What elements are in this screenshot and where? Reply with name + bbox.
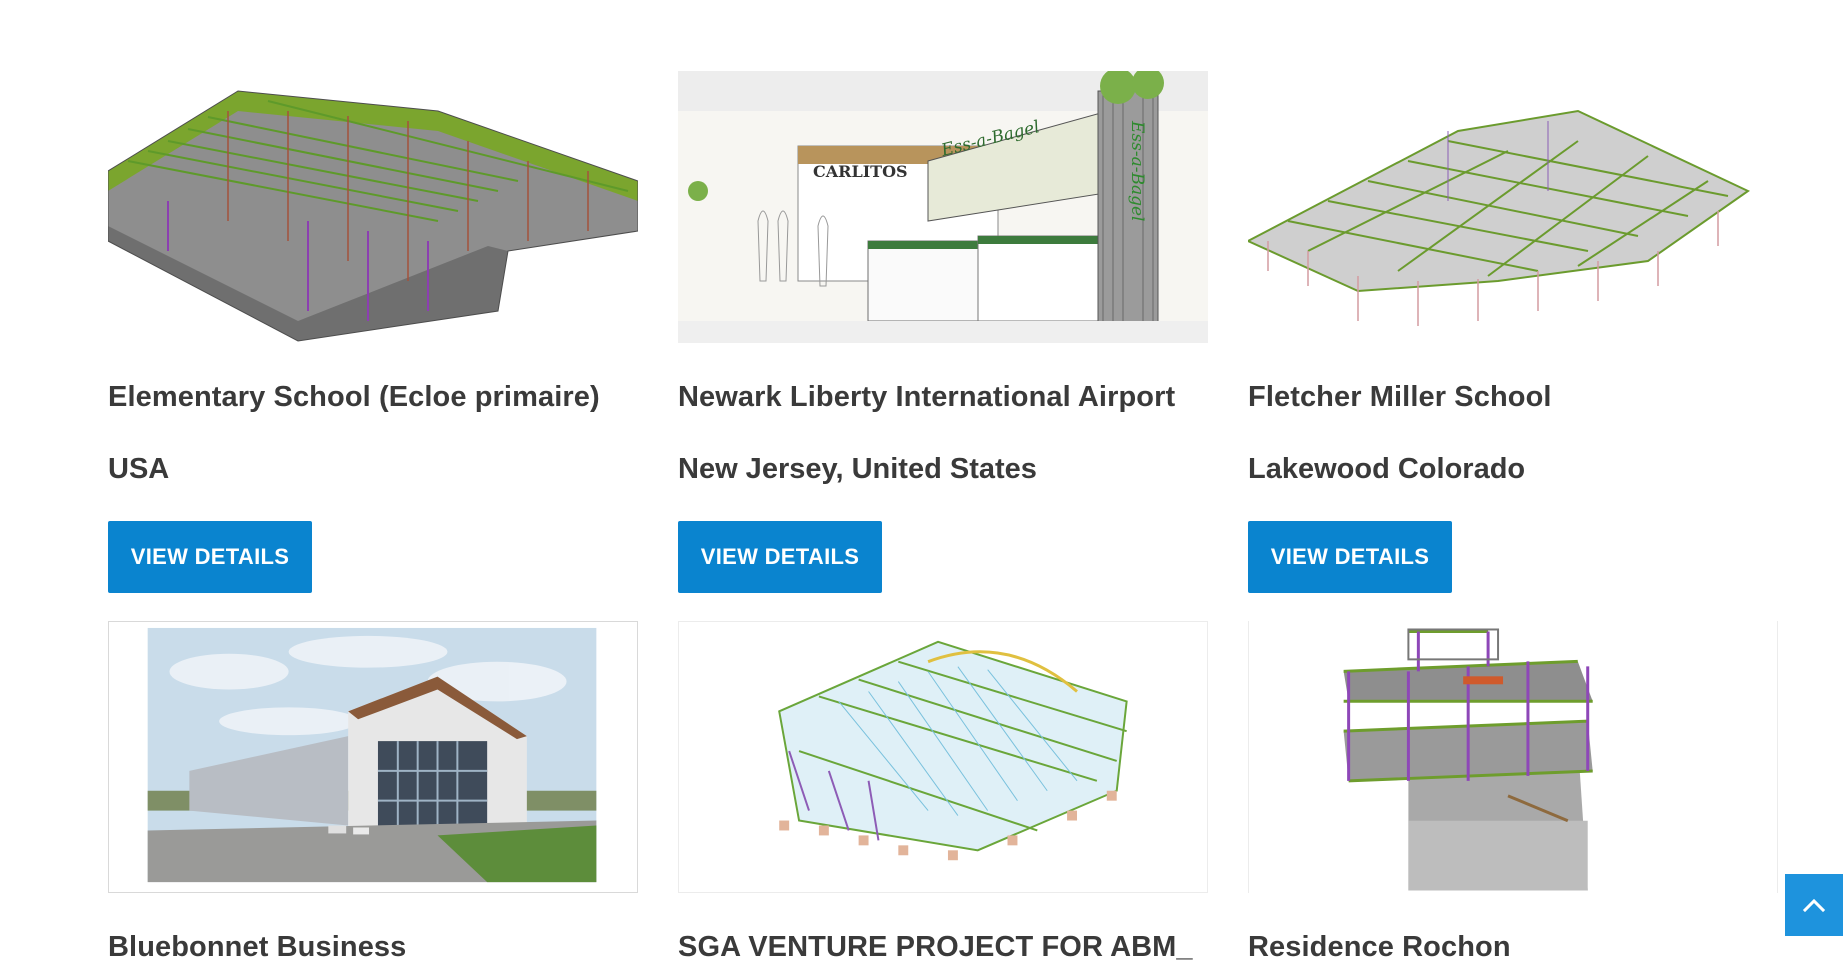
project-title[interactable]: Elementary School (Ecloe primaire) (108, 379, 638, 415)
project-image-sga[interactable] (678, 621, 1208, 893)
project-title[interactable]: Residence Rochon (1248, 929, 1778, 965)
sga-model-image (778, 640, 1128, 861)
project-title[interactable]: Fletcher Miller School (1248, 379, 1778, 415)
project-location: Lakewood Colorado (1248, 453, 1526, 485)
project-card: CARLITOS Ess-a-Bagel Ess-a-Bagel Newark … (678, 71, 1208, 593)
scroll-to-top-button[interactable] (1785, 874, 1843, 936)
project-location: USA (108, 453, 170, 485)
view-details-button[interactable]: VIEW DETAILS (1248, 521, 1452, 593)
project-image-airport[interactable]: CARLITOS Ess-a-Bagel Ess-a-Bagel (678, 71, 1208, 343)
project-card: Fletcher Miller School Lakewood Colorado… (1248, 71, 1778, 593)
view-details-button[interactable]: VIEW DETAILS (678, 521, 882, 593)
rochon-model-image (1343, 628, 1593, 891)
project-title[interactable]: Newark Liberty International Airport (678, 379, 1208, 415)
fletcher-model-image (1248, 109, 1750, 326)
bluebonnet-rendering-image (109, 622, 637, 892)
school-model-image (108, 90, 638, 342)
project-image-school[interactable] (108, 71, 638, 343)
project-title[interactable]: SGA VENTURE PROJECT FOR ABM_ (678, 929, 1208, 965)
view-details-button[interactable]: VIEW DETAILS (108, 521, 312, 593)
project-card: Elementary School (Ecloe primaire) USA V… (108, 71, 638, 593)
project-card: Bluebonnet Business (108, 621, 638, 965)
project-grid: Elementary School (Ecloe primaire) USA V… (0, 0, 1843, 968)
project-title[interactable]: Bluebonnet Business (108, 929, 638, 965)
chevron-up-icon (1802, 898, 1826, 913)
project-card: SGA VENTURE PROJECT FOR ABM_ (678, 621, 1208, 965)
project-image-bluebonnet[interactable] (108, 621, 638, 893)
sign-carlitos: CARLITOS (813, 162, 908, 181)
project-card: Residence Rochon (1248, 621, 1778, 965)
sign-ess-a-bagel-vertical: Ess-a-Bagel (1127, 120, 1147, 222)
project-image-rochon[interactable] (1248, 621, 1778, 893)
airport-rendering-image: CARLITOS Ess-a-Bagel Ess-a-Bagel (678, 71, 1208, 343)
project-image-fletcher[interactable] (1248, 71, 1778, 343)
project-location: New Jersey, United States (678, 453, 1037, 485)
